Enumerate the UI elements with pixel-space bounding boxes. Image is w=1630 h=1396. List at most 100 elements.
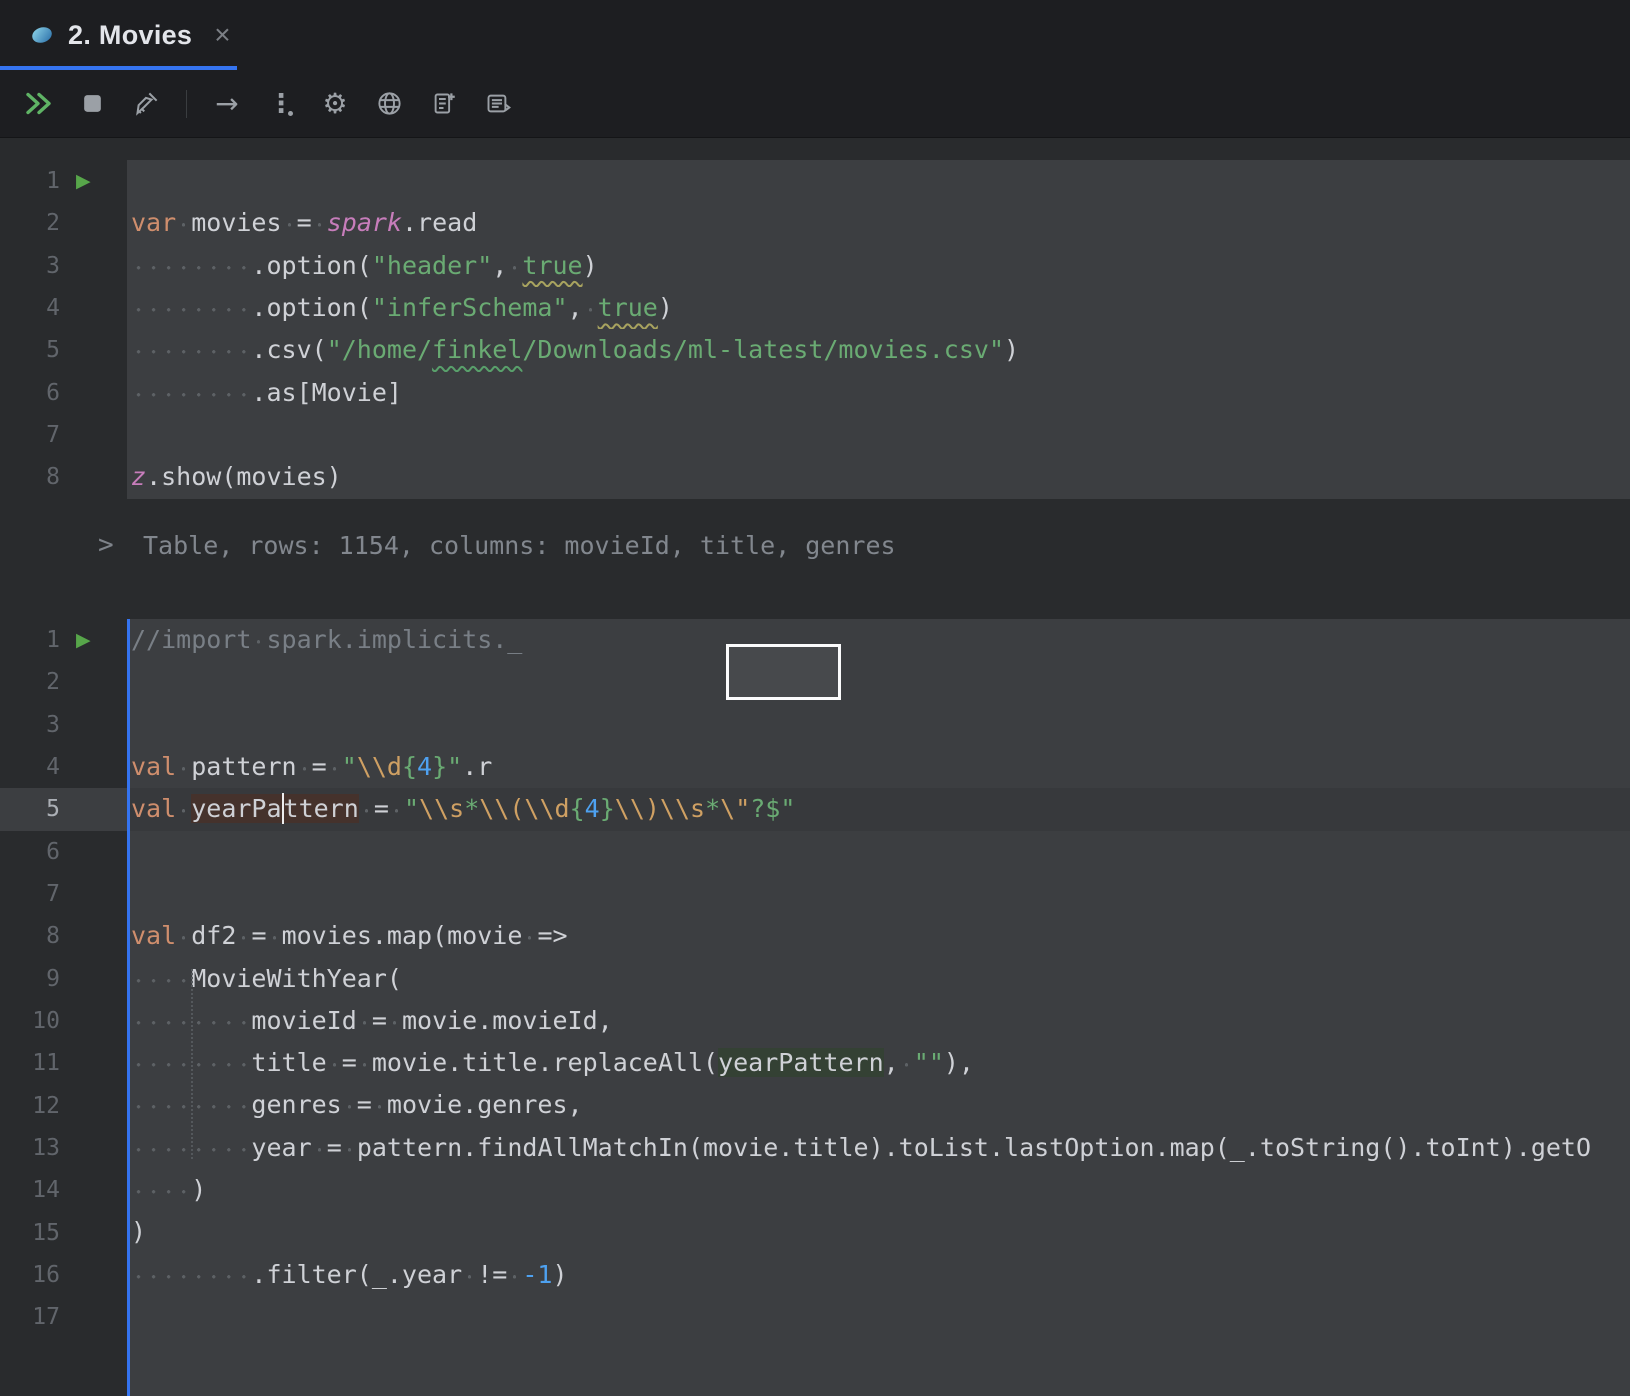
gutter-cell: 1▶ <box>0 160 127 202</box>
code-text[interactable]: var movies = spark.read <box>127 202 1630 244</box>
code-line[interactable]: 4val pattern = "\\d{4}".r <box>0 746 1630 788</box>
stop-button[interactable] <box>68 81 116 127</box>
code-filler <box>0 1338 1630 1396</box>
code-token <box>342 1133 357 1162</box>
code-line[interactable]: 3 .option("header", true) <box>0 245 1630 287</box>
run-paragraph-button[interactable]: ▶ <box>76 629 91 651</box>
code-token <box>387 1006 402 1035</box>
output-summary-text: Table, rows: 1154, columns: movieId, tit… <box>143 523 896 567</box>
code-text[interactable]: val pattern = "\\d{4}".r <box>127 746 1630 788</box>
code-line[interactable]: 3 <box>0 704 1630 746</box>
code-text[interactable]: //import spark.implicits._ <box>127 619 1630 661</box>
run-paragraph-button[interactable]: ▶ <box>76 170 91 192</box>
code-text[interactable] <box>127 831 1630 873</box>
code-token <box>131 378 251 407</box>
code-line[interactable]: 15) <box>0 1211 1630 1253</box>
run-arrow-button[interactable]: → <box>203 81 251 127</box>
run-all-paragraphs-button[interactable] <box>14 81 62 127</box>
settings-button[interactable]: ⚙ <box>311 81 359 127</box>
code-text[interactable]: .as[Movie] <box>127 372 1630 414</box>
code-text[interactable]: year = pattern.findAllMatchIn(movie.titl… <box>127 1127 1630 1169</box>
code-token: movie.title.replaceAll( <box>372 1048 718 1077</box>
code-token: "inferSchema" <box>372 293 568 322</box>
tab-close-icon[interactable]: × <box>214 21 230 49</box>
code-line[interactable]: 1▶ <box>0 160 1630 202</box>
code-text[interactable]: val df2 = movies.map(movie => <box>127 915 1630 957</box>
code-token: df2 <box>191 921 236 950</box>
code-token <box>176 794 191 823</box>
code-token <box>357 1048 372 1077</box>
code-text[interactable]: movieId = movie.movieId, <box>127 1000 1630 1042</box>
gutter-cell: 12 <box>0 1084 127 1126</box>
code-text[interactable]: MovieWithYear( <box>127 958 1630 1000</box>
code-text[interactable]: .filter(_.year != -1) <box>127 1254 1630 1296</box>
code-token <box>236 921 251 950</box>
tab-movies[interactable]: 2. Movies × <box>0 0 251 70</box>
gutter-cell: 6 <box>0 831 127 873</box>
more-options-button[interactable]: ⋮ <box>257 81 305 127</box>
interpreter-list-button[interactable] <box>473 81 521 127</box>
code-token: movies <box>191 208 281 237</box>
code-line[interactable]: 10 movieId = movie.movieId, <box>0 1000 1630 1042</box>
stop-icon <box>80 91 105 116</box>
code-text[interactable]: val yearPattern = "\\s*\\(\\d{4}\\)\\s*\… <box>127 788 1630 830</box>
code-token <box>462 1260 477 1289</box>
code-line[interactable]: 5 .csv("/home/finkel/Downloads/ml-latest… <box>0 329 1630 371</box>
code-text[interactable] <box>127 661 1630 703</box>
line-number: 8 <box>0 915 60 957</box>
code-text[interactable]: .option("inferSchema", true) <box>127 287 1630 329</box>
gutter-cell: 4 <box>0 746 127 788</box>
code-line[interactable]: 11 title = movie.title.replaceAll(yearPa… <box>0 1042 1630 1084</box>
code-text[interactable] <box>127 1296 1630 1338</box>
code-token: ttern <box>284 794 359 823</box>
code-token <box>176 921 191 950</box>
code-text[interactable] <box>127 704 1630 746</box>
code-line[interactable]: 8 val df2 = movies.map(movie => <box>0 915 1630 957</box>
code-token: = <box>342 1048 357 1077</box>
code-token <box>131 964 191 993</box>
code-token: val <box>131 752 176 781</box>
code-text[interactable]: .csv("/home/finkel/Downloads/ml-latest/m… <box>127 329 1630 371</box>
code-token: 4 <box>585 794 600 823</box>
code-line[interactable]: 8z.show(movies) <box>0 456 1630 498</box>
code-text[interactable]: title = movie.title.replaceAll(yearPatte… <box>127 1042 1630 1084</box>
code-line[interactable]: 5val yearPattern = "\\s*\\(\\d{4}\\)\\s*… <box>0 788 1630 830</box>
code-line[interactable]: 4 .option("inferSchema", true) <box>0 287 1630 329</box>
code-token: \\d <box>524 794 569 823</box>
code-text[interactable]: ) <box>127 1169 1630 1211</box>
code-line[interactable]: 12 genres = movie.genres, <box>0 1084 1630 1126</box>
gutter-cell: 7 <box>0 873 127 915</box>
clear-output-button[interactable] <box>122 81 170 127</box>
code-text[interactable] <box>127 873 1630 915</box>
code-token: ) <box>552 1260 567 1289</box>
code-line[interactable]: 16 .filter(_.year != -1) <box>0 1254 1630 1296</box>
code-line[interactable]: 6 .as[Movie] <box>0 372 1630 414</box>
add-paragraph-button[interactable] <box>419 81 467 127</box>
code-token: -1 <box>522 1260 552 1289</box>
code-text[interactable]: .option("header", true) <box>127 245 1630 287</box>
line-number: 3 <box>0 245 60 287</box>
code-line[interactable]: 9 MovieWithYear( <box>0 958 1630 1000</box>
code-line[interactable]: 7 <box>0 873 1630 915</box>
code-line[interactable]: 13 year = pattern.findAllMatchIn(movie.t… <box>0 1127 1630 1169</box>
line-number: 17 <box>0 1296 60 1338</box>
code-text[interactable]: genres = movie.genres, <box>127 1084 1630 1126</box>
code-text[interactable] <box>127 414 1630 456</box>
code-line[interactable]: 17 <box>0 1296 1630 1338</box>
globe-button[interactable] <box>365 81 413 127</box>
code-text[interactable] <box>127 160 1630 202</box>
code-line[interactable]: 14 ) <box>0 1169 1630 1211</box>
code-token: , <box>568 293 583 322</box>
code-token: * <box>464 794 479 823</box>
code-token <box>899 1048 914 1077</box>
gear-icon: ⚙ <box>322 90 347 118</box>
line-number: 4 <box>0 287 60 329</box>
code-line[interactable]: 6 <box>0 831 1630 873</box>
output-toggle-chevron[interactable]: > <box>98 523 114 567</box>
code-text[interactable]: ) <box>127 1211 1630 1253</box>
code-token <box>327 1048 342 1077</box>
code-token: , <box>492 251 507 280</box>
code-text[interactable]: z.show(movies) <box>127 456 1630 498</box>
code-line[interactable]: 2var movies = spark.read <box>0 202 1630 244</box>
code-line[interactable]: 7 <box>0 414 1630 456</box>
